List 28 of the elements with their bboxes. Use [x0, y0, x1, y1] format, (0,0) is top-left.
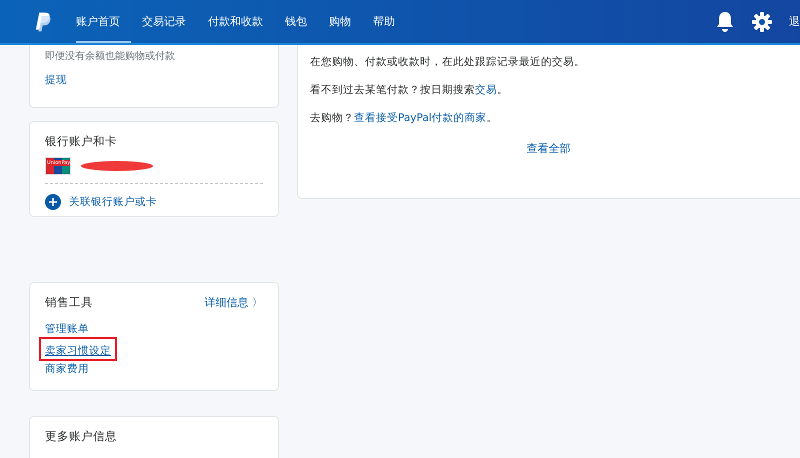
card-title: 销售工具	[45, 295, 93, 310]
sales-tool-link[interactable]: 卖家习惯设定	[45, 344, 111, 358]
sales-tool-link[interactable]: 商家费用	[45, 362, 89, 376]
nav-tab[interactable]: 交易记录	[131, 0, 197, 43]
balance-note: 即便没有余额也能购物或付款	[45, 50, 176, 63]
inline-link[interactable]: 查看接受PayPal付款的商家	[354, 112, 487, 124]
activity-text: 看不到过去某笔付款？按日期搜索交易。	[310, 83, 509, 97]
activity-text: 去购物？查看接受PayPal付款的商家。	[310, 111, 499, 125]
card-title: 更多账户信息	[45, 429, 118, 444]
nav-tab[interactable]: 钱包	[274, 0, 318, 43]
details-link[interactable]: 详细信息 〉	[204, 295, 263, 310]
nav-tab[interactable]: 购物	[318, 0, 362, 43]
nav-tab[interactable]: 帮助	[362, 0, 406, 43]
nav-tab[interactable]: 付款和收款	[197, 0, 274, 43]
paypal-logo[interactable]	[35, 10, 52, 32]
inline-link[interactable]: 交易	[475, 84, 497, 96]
sales-tool-link[interactable]: 管理账单	[45, 322, 89, 336]
bell-icon[interactable]	[715, 10, 735, 32]
logout-link[interactable]: 退	[789, 14, 800, 29]
view-all-link[interactable]: 查看全部	[526, 141, 570, 156]
activity-text: 在您购物、付款或收款时，在此处跟踪记录最近的交易。	[310, 55, 586, 69]
link-bank-link[interactable]: 关联银行账户或卡	[45, 194, 263, 210]
redaction-mark	[81, 161, 153, 171]
plus-icon[interactable]	[45, 194, 61, 210]
card-title: 银行账户和卡	[45, 134, 118, 149]
withdraw-link[interactable]: 提现	[45, 73, 67, 87]
settings-icon[interactable]	[752, 12, 772, 32]
nav-tab[interactable]: 账户首页	[76, 0, 131, 43]
